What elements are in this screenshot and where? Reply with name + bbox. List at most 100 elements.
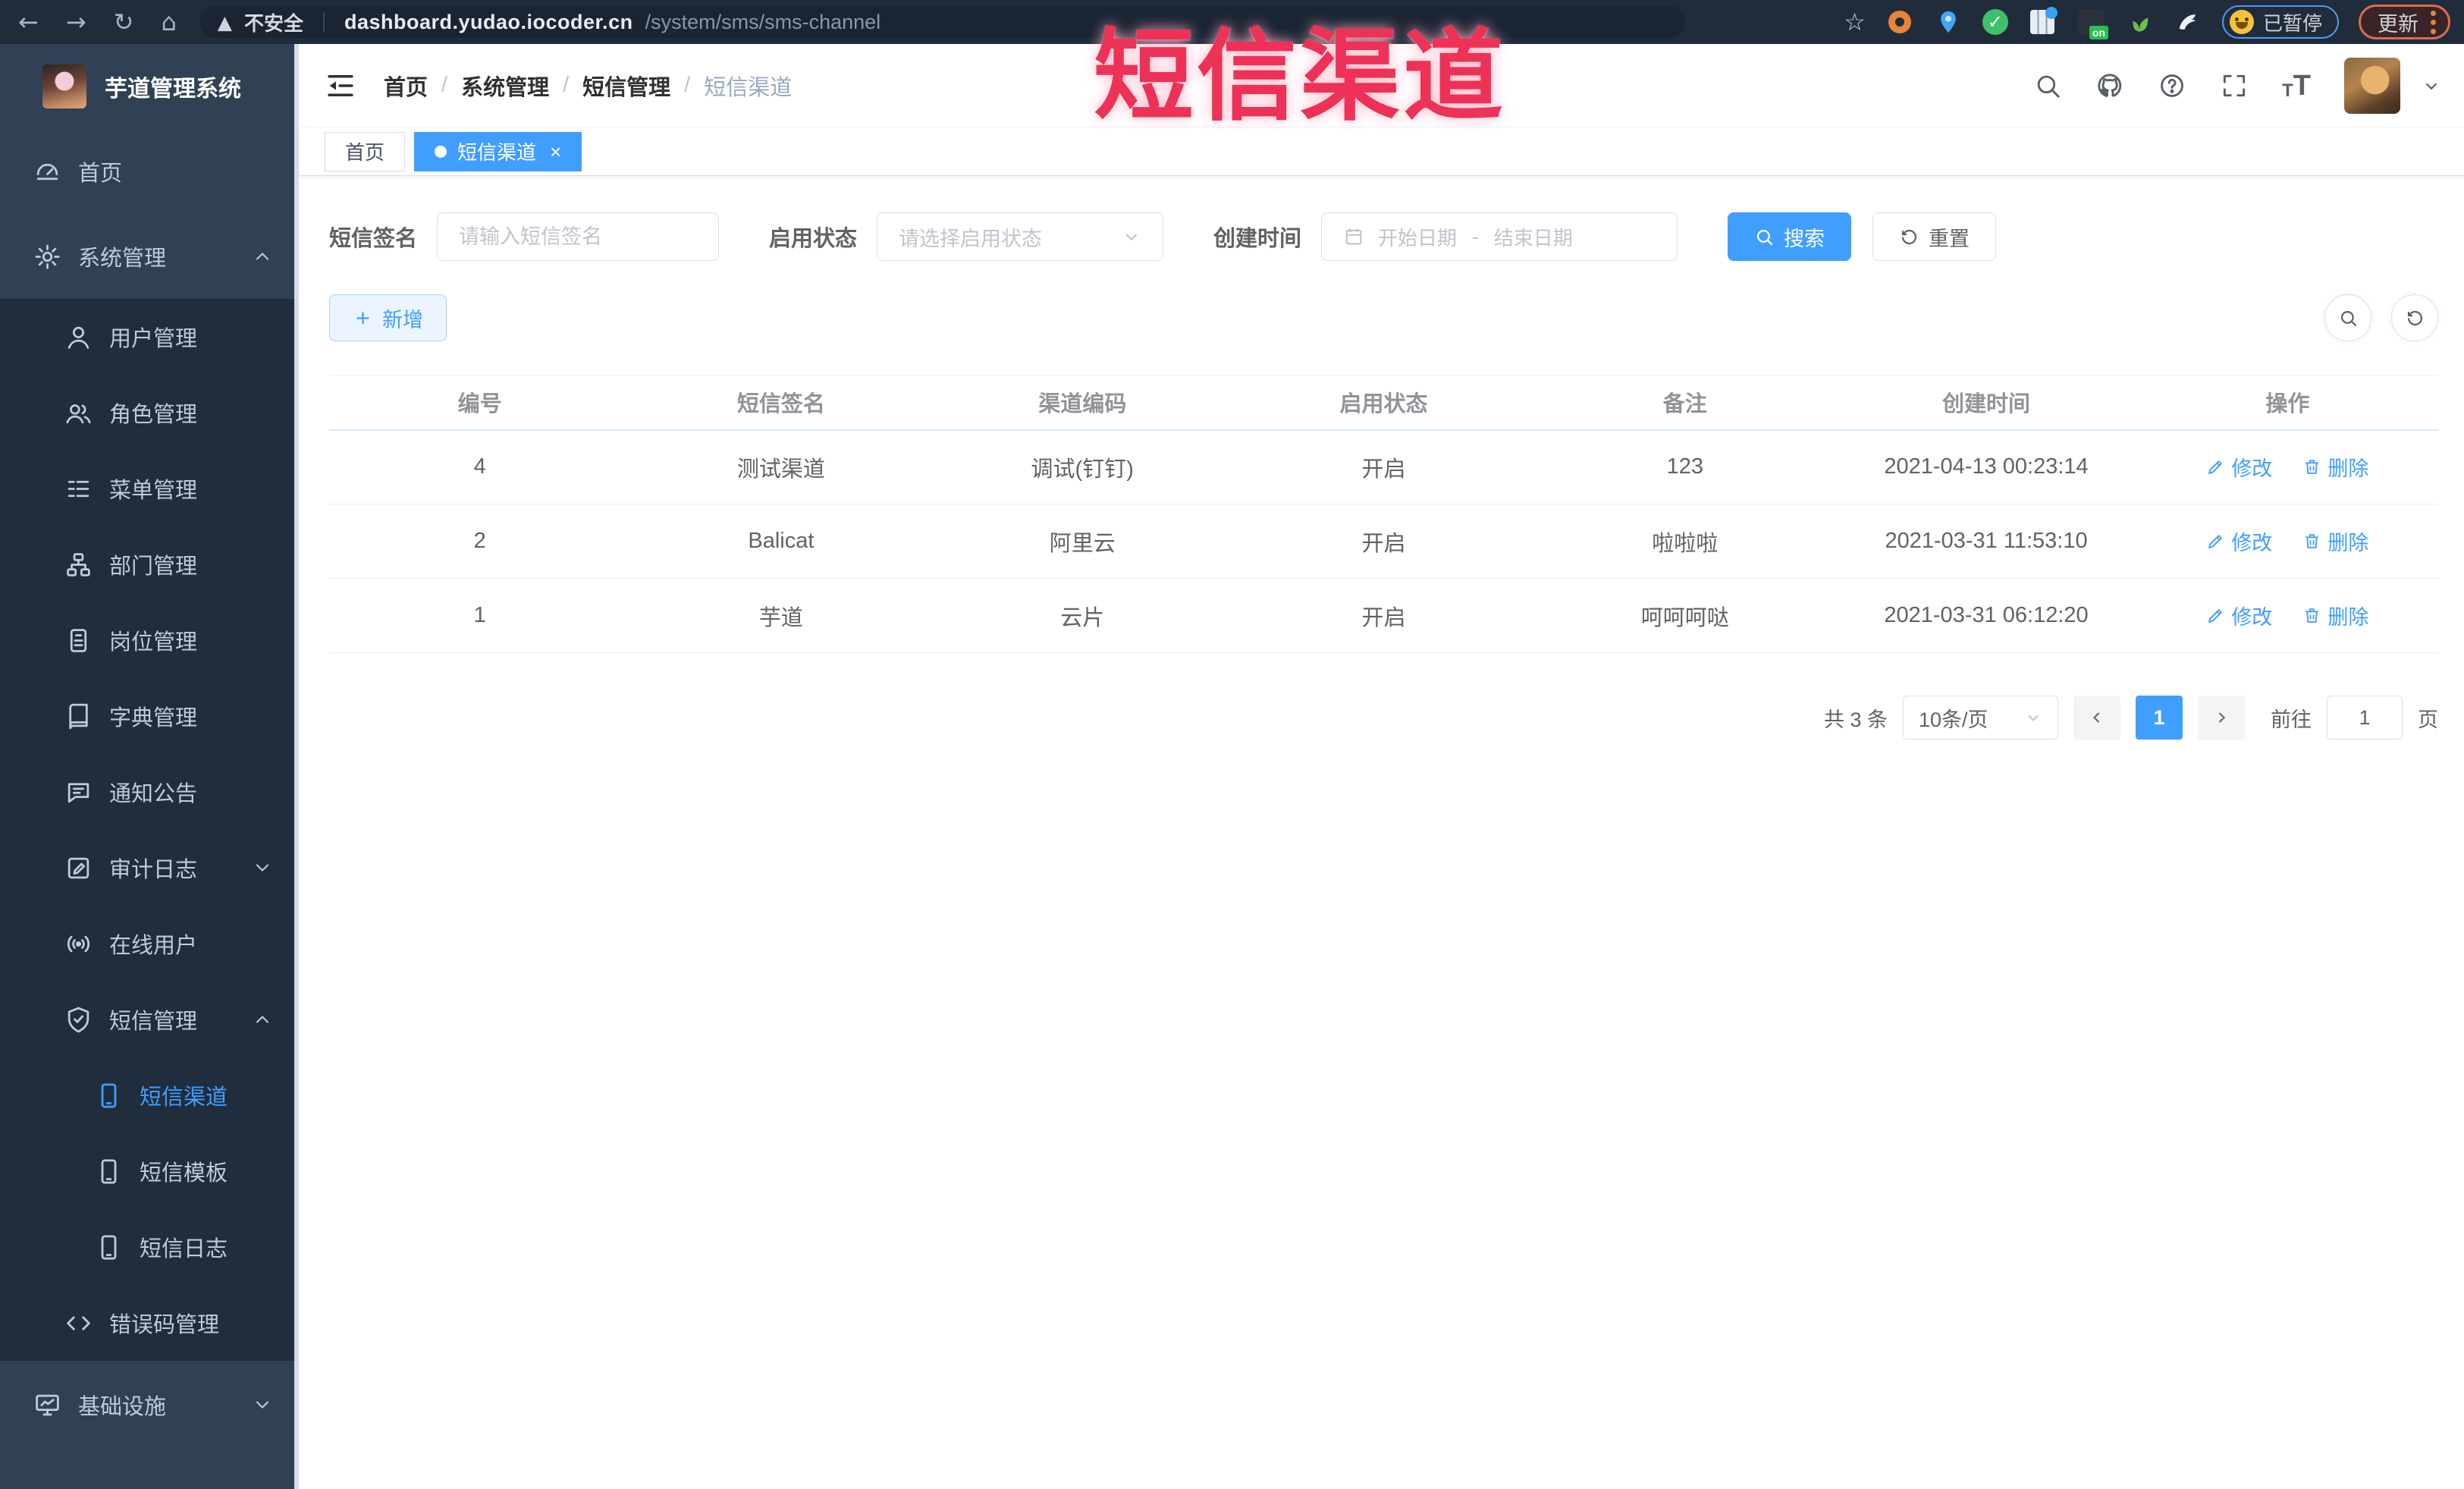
sidebar-item-menu-mgmt[interactable]: 菜单管理: [0, 451, 299, 526]
paused-extension-pill[interactable]: 已暂停: [2221, 5, 2339, 39]
fullscreen-icon[interactable]: [2220, 71, 2249, 100]
chevron-up-icon: [256, 1016, 269, 1023]
collapse-sidebar-icon[interactable]: [325, 70, 356, 102]
cell-remark: 啦啦啦: [1534, 504, 1836, 579]
extension-grid-icon[interactable]: [2028, 7, 2058, 36]
sign-input[interactable]: [437, 212, 720, 261]
github-icon[interactable]: [2095, 71, 2124, 100]
sidebar-item-sms-log[interactable]: 短信日志: [0, 1209, 299, 1285]
sidebar-item-dict-mgmt[interactable]: 字典管理: [0, 678, 299, 754]
users-icon: [66, 404, 91, 423]
breadcrumb-system[interactable]: 系统管理: [461, 70, 549, 102]
cell-created: 2021-03-31 06:12:20: [1835, 578, 2137, 653]
column-header[interactable]: 编号: [329, 375, 631, 431]
home-icon[interactable]: ⌂: [161, 10, 176, 34]
page-number-1[interactable]: 1: [2136, 696, 2183, 740]
sidebar-item-system[interactable]: 系统管理: [0, 214, 299, 299]
tab-home[interactable]: 首页: [325, 131, 406, 171]
sidebar-item-sms-channel[interactable]: 短信渠道: [0, 1057, 299, 1133]
org-chart-icon: [67, 552, 90, 576]
cell-status: 开启: [1232, 504, 1535, 579]
sidebar-item-post-mgmt[interactable]: 岗位管理: [0, 602, 299, 678]
sidebar-item-online-users[interactable]: 在线用户: [0, 906, 299, 982]
sidebar-item-role-mgmt[interactable]: 角色管理: [0, 375, 299, 451]
reset-button[interactable]: 重置: [1872, 212, 1997, 261]
start-date-placeholder: 开始日期: [1378, 226, 1458, 250]
extension-pin-icon[interactable]: [1934, 8, 1963, 36]
column-header[interactable]: 启用状态: [1232, 375, 1535, 431]
back-icon[interactable]: ←: [18, 10, 39, 34]
edit-link[interactable]: 修改: [2206, 452, 2272, 482]
column-header[interactable]: 创建时间: [1835, 375, 2137, 431]
bookmark-star-icon[interactable]: ☆: [1844, 8, 1866, 36]
search-button[interactable]: 搜索: [1728, 212, 1852, 261]
tab-sms-channel[interactable]: 短信渠道 ×: [414, 131, 582, 171]
delete-icon: [2305, 608, 2319, 623]
cell-status: 开启: [1232, 578, 1535, 653]
delete-link[interactable]: 删除: [2302, 526, 2368, 556]
phone-icon: [101, 1082, 117, 1108]
caret-down-icon[interactable]: [2422, 76, 2441, 96]
plus-icon: [356, 312, 369, 324]
table-row: 4 测试渠道 调试(钉钉) 开启 123 2021-04-13 00:23:14…: [329, 429, 2438, 504]
pagination: 共 3 条 10条/页 1 前往 页: [329, 696, 2438, 740]
date-range-picker[interactable]: 开始日期 - 结束日期: [1321, 212, 1678, 261]
delete-link[interactable]: 删除: [2302, 601, 2368, 630]
cell-code: 云片: [931, 578, 1233, 653]
sidebar-item-notice-mgmt[interactable]: 通知公告: [0, 754, 299, 830]
browser-menu-icon[interactable]: [2431, 10, 2436, 34]
chevron-left-icon: [2092, 712, 2100, 723]
column-header[interactable]: 渠道编码: [931, 375, 1233, 431]
edit-icon: [2208, 534, 2223, 548]
add-button[interactable]: 新增: [329, 294, 447, 341]
screen: ← → ↻ ⌂ ▲ 不安全 dashboard.yudao.iocoder.cn…: [0, 0, 2464, 1489]
sidebar-item-infrastructure[interactable]: 基础设施: [0, 1361, 299, 1449]
column-header[interactable]: 操作: [2136, 375, 2438, 431]
refresh-table-button[interactable]: [2391, 294, 2438, 341]
forward-icon[interactable]: →: [66, 10, 86, 34]
extension-orange-icon[interactable]: [1885, 8, 1914, 36]
breadcrumb-sms[interactable]: 短信管理: [582, 70, 670, 102]
extension-leaf-icon[interactable]: [2125, 8, 2154, 36]
app-logo-row[interactable]: 芋道管理系统: [0, 44, 299, 129]
badge-icon: [70, 628, 87, 652]
close-icon[interactable]: ×: [550, 142, 561, 162]
delete-link[interactable]: 删除: [2302, 452, 2368, 482]
sidebar-item-sms-template[interactable]: 短信模板: [0, 1133, 299, 1209]
cell-code: 调试(钉钉): [931, 429, 1233, 504]
status-select[interactable]: 请选择启用状态: [877, 212, 1164, 261]
url-domain: dashboard.yudao.iocoder.cn: [344, 10, 633, 33]
column-header[interactable]: 备注: [1534, 375, 1836, 431]
address-bar[interactable]: ▲ 不安全 dashboard.yudao.iocoder.cn/system/…: [199, 6, 1686, 38]
toggle-search-button[interactable]: [2324, 294, 2371, 341]
next-page-button[interactable]: [2198, 696, 2245, 740]
edit-link[interactable]: 修改: [2206, 526, 2272, 556]
sidebar-item-user-mgmt[interactable]: 用户管理: [0, 299, 299, 375]
browser-update-button[interactable]: 更新: [2359, 5, 2450, 39]
edit-link[interactable]: 修改: [2206, 601, 2272, 630]
page-size-select[interactable]: 10条/页: [1903, 696, 2058, 740]
cell-remark: 123: [1534, 429, 1836, 504]
sidebar: 芋道管理系统 首页 系统管理 用户管理 角色管理 菜单管理 部门管理 岗位管理 …: [0, 44, 299, 1489]
search-icon[interactable]: [2033, 71, 2062, 100]
cell-status: 开启: [1232, 429, 1535, 504]
sidebar-item-dept-mgmt[interactable]: 部门管理: [0, 526, 299, 602]
sidebar-item-error-code-mgmt[interactable]: 错误码管理: [0, 1285, 299, 1361]
edit-icon: [2208, 460, 2223, 474]
avatar[interactable]: [2344, 57, 2400, 114]
extension-bird-icon[interactable]: [2174, 8, 2202, 36]
jump-suffix: 页: [2418, 708, 2438, 731]
reload-icon[interactable]: ↻: [114, 10, 134, 34]
breadcrumb-home[interactable]: 首页: [384, 70, 428, 102]
page-jump-input[interactable]: [2327, 696, 2403, 740]
prev-page-button[interactable]: [2073, 696, 2120, 740]
sidebar-item-sms-mgmt[interactable]: 短信管理: [0, 982, 299, 1057]
sidebar-item-home[interactable]: 首页: [0, 129, 299, 214]
toolbar: 新增: [329, 294, 2438, 341]
font-size-icon[interactable]: TT: [2282, 71, 2311, 100]
sidebar-item-audit-log[interactable]: 审计日志: [0, 830, 299, 906]
extension-dark-icon[interactable]: on: [2076, 8, 2108, 39]
column-header[interactable]: 短信签名: [630, 375, 932, 431]
extension-check-icon[interactable]: ✓: [1982, 9, 2008, 35]
help-icon[interactable]: [2158, 71, 2186, 100]
